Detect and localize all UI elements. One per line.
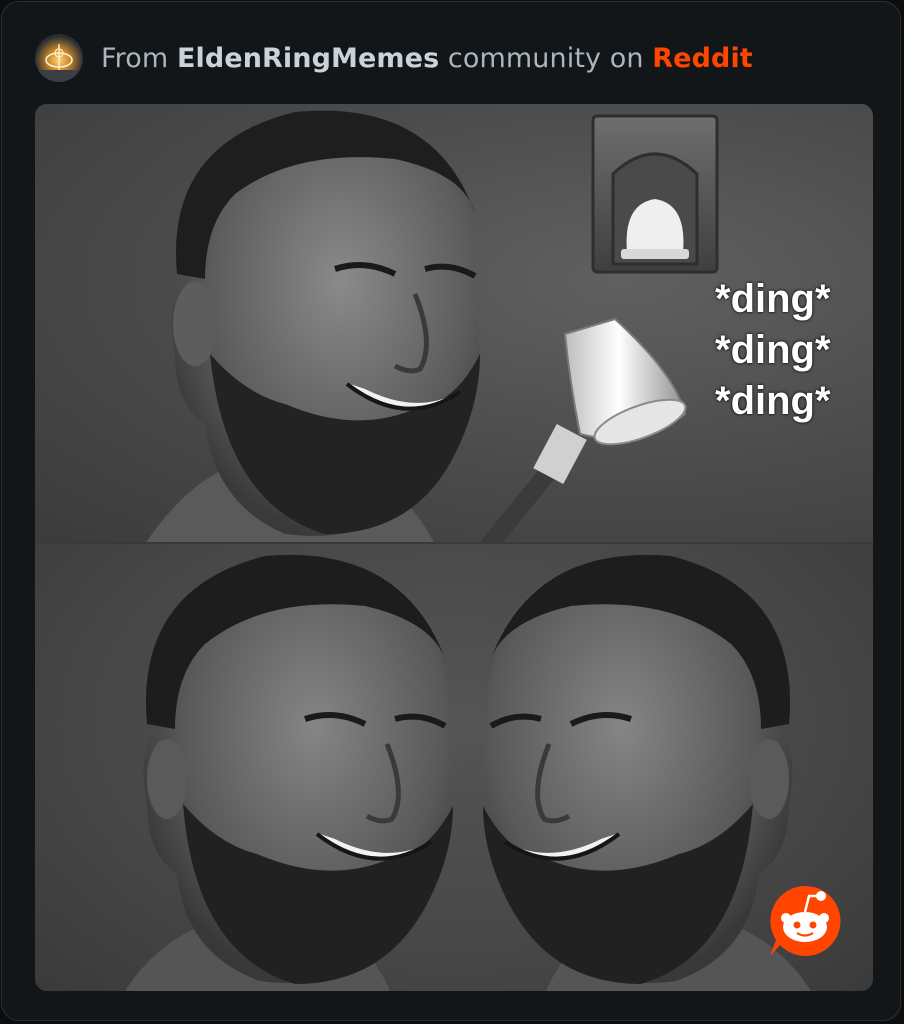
meme-image[interactable]: *ding* *ding* *ding* (35, 104, 873, 991)
community-avatar[interactable] (35, 34, 83, 82)
stone-tablet-with-bell-icon (591, 114, 719, 274)
ding-line: *ding* (715, 328, 831, 372)
bottom-panel (35, 544, 873, 991)
reddit-embed-card: From EldenRingMemes community on Reddit (1, 1, 901, 1021)
card-header: From EldenRingMemes community on Reddit (35, 34, 753, 82)
top-panel: *ding* *ding* *ding* (35, 104, 873, 544)
elden-ring-icon (35, 34, 83, 82)
ding-line: *ding* (715, 277, 831, 321)
reddit-link[interactable]: Reddit (652, 43, 753, 74)
bell-icon (481, 317, 687, 544)
header-prefix: From (101, 42, 177, 74)
right-chad-face (483, 554, 811, 991)
ding-text: *ding* *ding* *ding* (715, 274, 831, 427)
community-link[interactable]: EldenRingMemes (177, 43, 439, 74)
reddit-logo-icon (770, 885, 841, 956)
header-text: From EldenRingMemes community on Reddit (101, 43, 753, 74)
left-chad-face (125, 554, 453, 991)
ding-line: *ding* (715, 379, 831, 423)
two-chad-faces (125, 554, 811, 991)
header-middle: community on (439, 42, 653, 74)
